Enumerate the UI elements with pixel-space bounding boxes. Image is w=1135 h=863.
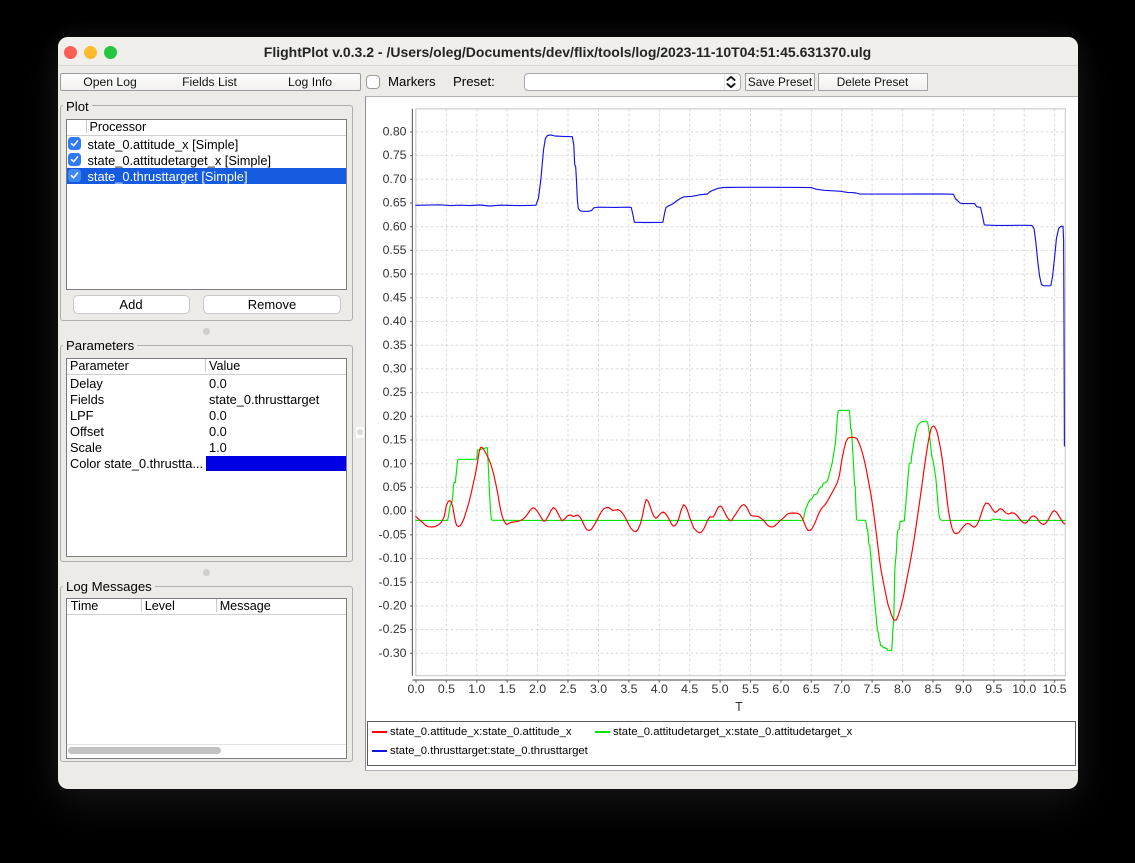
svg-text:6.0: 6.0 [772, 682, 789, 696]
svg-text:0.05: 0.05 [383, 480, 407, 494]
svg-text:6.5: 6.5 [803, 682, 820, 696]
svg-text:5.5: 5.5 [742, 682, 759, 696]
svg-text:-0.20: -0.20 [378, 599, 406, 613]
svg-text:0.70: 0.70 [383, 172, 407, 186]
svg-text:2.0: 2.0 [529, 682, 546, 696]
svg-text:4.5: 4.5 [681, 682, 698, 696]
svg-text:0.50: 0.50 [383, 267, 407, 281]
svg-text:0.10: 0.10 [383, 456, 407, 470]
svg-text:-0.10: -0.10 [378, 551, 406, 565]
svg-text:-0.05: -0.05 [378, 527, 406, 541]
svg-text:0.45: 0.45 [383, 290, 407, 304]
svg-text:0.55: 0.55 [383, 243, 407, 257]
svg-text:0.75: 0.75 [383, 148, 407, 162]
svg-text:0.00: 0.00 [383, 504, 407, 518]
svg-text:7.5: 7.5 [864, 682, 881, 696]
svg-text:0.80: 0.80 [383, 125, 407, 139]
svg-text:-0.30: -0.30 [378, 646, 406, 660]
svg-text:1.5: 1.5 [499, 682, 516, 696]
svg-text:5.0: 5.0 [712, 682, 729, 696]
svg-text:0.35: 0.35 [383, 338, 407, 352]
svg-text:10.5: 10.5 [1043, 682, 1067, 696]
svg-text:0.15: 0.15 [383, 433, 407, 447]
svg-text:4.0: 4.0 [651, 682, 668, 696]
svg-text:0.60: 0.60 [383, 219, 407, 233]
svg-text:0.0: 0.0 [407, 682, 424, 696]
svg-text:2.5: 2.5 [559, 682, 576, 696]
svg-text:0.65: 0.65 [383, 196, 407, 210]
svg-text:T: T [735, 700, 743, 714]
svg-text:1.0: 1.0 [468, 682, 485, 696]
svg-text:-0.25: -0.25 [378, 622, 406, 636]
svg-text:0.25: 0.25 [383, 385, 407, 399]
svg-text:8.5: 8.5 [924, 682, 941, 696]
svg-text:8.0: 8.0 [894, 682, 911, 696]
svg-text:0.5: 0.5 [438, 682, 455, 696]
svg-text:0.20: 0.20 [383, 409, 407, 423]
svg-text:-0.15: -0.15 [378, 575, 406, 589]
svg-text:9.0: 9.0 [955, 682, 972, 696]
svg-text:3.5: 3.5 [620, 682, 637, 696]
svg-text:9.5: 9.5 [985, 682, 1002, 696]
svg-text:0.30: 0.30 [383, 362, 407, 376]
svg-text:7.0: 7.0 [833, 682, 850, 696]
svg-text:10.0: 10.0 [1012, 682, 1036, 696]
svg-text:0.40: 0.40 [383, 314, 407, 328]
svg-text:3.0: 3.0 [590, 682, 607, 696]
